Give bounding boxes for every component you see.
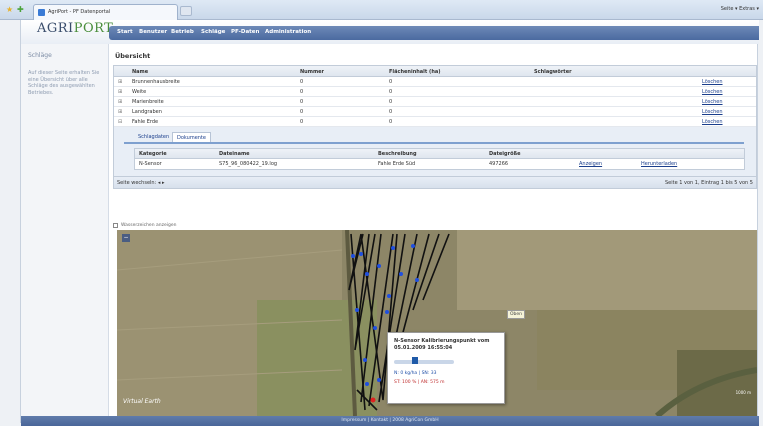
popup-slider-handle[interactable] (412, 357, 418, 364)
calibration-popup: N-Sensor Kalibrierungspunkt vom 05.01.20… (387, 332, 505, 404)
document-row[interactable]: N-Sensor S75_96_080422_19.log Fahle Erde… (135, 159, 744, 169)
table-row[interactable]: ⊟ Fahle Erde 0 0 Löschen (114, 117, 756, 127)
table-row[interactable]: ⊞ Weite 0 0 Löschen (114, 87, 756, 97)
site-favicon-icon (38, 9, 45, 16)
map-view[interactable]: − Oben N-Sensor Kalibrierungspunkt vom 0… (117, 230, 757, 416)
column-header-nummer[interactable]: Nummer (300, 69, 324, 75)
collapse-icon[interactable]: ⊟ (118, 119, 122, 125)
page: AGRIPORT Start Benutzer Betrieb Schläge … (20, 20, 759, 426)
popup-slider-track (394, 360, 454, 364)
sidebar-description: Auf dieser Seite erhalten Sie eine Übers… (28, 70, 100, 96)
expand-icon[interactable]: ⊞ (118, 99, 122, 105)
nav-schlaege[interactable]: Schläge (201, 29, 225, 35)
fields-table: Name Nummer Flächeninhalt (ha) Schlagwör… (113, 65, 757, 189)
row-nummer: 0 (300, 99, 304, 105)
row-name: Marienbreite (132, 99, 164, 105)
download-link[interactable]: Herunterladen (641, 161, 677, 167)
row-nummer: 0 (300, 89, 304, 95)
sidebar: Schläge Auf dieser Seite erhalten Sie ei… (21, 44, 109, 416)
delete-link[interactable]: Löschen (702, 99, 723, 105)
pager: Seite wechseln: ◂ ▸ Seite 1 von 1, Eintr… (114, 177, 756, 188)
documents-table: Kategorie Dateiname Beschreibung Dateigr… (134, 148, 745, 170)
row-nummer: 0 (300, 109, 304, 115)
doc-groesse: 497266 (489, 161, 509, 167)
new-tab-button[interactable] (180, 6, 192, 16)
row-name: Landgraben (132, 109, 162, 115)
nav-start[interactable]: Start (117, 29, 133, 35)
table-row[interactable]: ⊞ Brunnenhausbreite 0 0 Löschen (114, 77, 756, 87)
popup-title: N-Sensor Kalibrierungspunkt vom 05.01.20… (394, 338, 490, 351)
expand-icon[interactable]: ⊞ (118, 79, 122, 85)
expand-icon[interactable]: ⊞ (118, 89, 122, 95)
column-header-dateigroesse[interactable]: Dateigröße (489, 151, 521, 157)
popup-line-nitrogen: N: 0 kg/ha | SN: 33 (394, 371, 437, 376)
calibration-point[interactable] (370, 397, 376, 403)
tab-schlagdaten[interactable]: Schlagdaten (134, 132, 173, 142)
column-header-dateiname[interactable]: Dateiname (219, 151, 250, 157)
header: AGRIPORT Start Benutzer Betrieb Schläge … (21, 20, 759, 44)
favorites-star-icon[interactable]: ★ (6, 6, 13, 14)
page-title: Übersicht (115, 52, 151, 60)
logo-accent: PORT (73, 21, 114, 36)
footer-links[interactable]: Impressum | Kontakt | 2008 AgriCon GmbH (341, 418, 438, 423)
nav-benutzer[interactable]: Benutzer (139, 29, 167, 35)
tab-underline (124, 142, 744, 144)
column-header-beschreibung[interactable]: Beschreibung (378, 151, 417, 157)
table-header: Name Nummer Flächeninhalt (ha) Schlagwör… (114, 66, 756, 77)
pager-controls[interactable]: Seite wechseln: ◂ ▸ (117, 180, 164, 186)
main-content: Übersicht Name Nummer Flächeninhalt (ha)… (113, 44, 757, 416)
pager-info: Seite 1 von 1, Eintrag 1 bis 5 von 5 (665, 180, 753, 186)
row-flaeche: 0 (389, 99, 393, 105)
delete-link[interactable]: Löschen (702, 79, 723, 85)
row-flaeche: 0 (389, 89, 393, 95)
map-scale: 1000 m (735, 390, 751, 395)
view-link[interactable]: Anzeigen (579, 161, 602, 167)
map-marker-label[interactable]: Oben (507, 310, 526, 319)
delete-link[interactable]: Löschen (702, 89, 723, 95)
column-header-name[interactable]: Name (132, 69, 148, 75)
row-name: Brunnenhausbreite (132, 79, 180, 85)
browser-right-toolbar[interactable]: Seite ▾ Extras ▾ (721, 6, 759, 12)
doc-dateiname: S75_96_080422_19.log (219, 161, 278, 167)
row-name: Fahle Erde (132, 119, 159, 125)
row-nummer: 0 (300, 119, 304, 125)
table-row[interactable]: ⊞ Landgraben 0 0 Löschen (114, 107, 756, 117)
row-name: Weite (132, 89, 147, 95)
tab-dokumente[interactable]: Dokumente (172, 132, 211, 142)
delete-link[interactable]: Löschen (702, 109, 723, 115)
agriport-logo[interactable]: AGRIPORT (37, 21, 113, 36)
column-header-kategorie[interactable]: Kategorie (139, 151, 167, 157)
add-favorites-icon[interactable]: ✚ (17, 6, 24, 14)
doc-kategorie: N-Sensor (139, 161, 162, 167)
expand-icon[interactable]: ⊞ (118, 109, 122, 115)
logo-main: AGRI (37, 21, 74, 36)
zoom-out-button[interactable]: − (122, 234, 130, 242)
row-nummer: 0 (300, 79, 304, 85)
detail-panel: Schlagdaten Dokumente Kategorie Dateinam… (114, 127, 756, 177)
footer: Impressum | Kontakt | 2008 AgriCon GmbH (21, 416, 759, 426)
watermark-label: Wasserzeichen anzeigen (121, 223, 177, 228)
browser-tab[interactable]: AgriPort - PF Datenportal (33, 4, 178, 20)
virtual-earth-logo: Virtual Earth (123, 398, 161, 405)
doc-beschreibung: Fahle Erde Süd (378, 161, 416, 167)
table-row[interactable]: ⊞ Marienbreite 0 0 Löschen (114, 97, 756, 107)
main-nav: Start Benutzer Betrieb Schläge PF-Daten … (109, 26, 759, 40)
popup-line-status: ST: 100 % | AN: 575 m (394, 380, 445, 385)
sidebar-title: Schläge (28, 52, 52, 59)
browser-tab-title: AgriPort - PF Datenportal (48, 9, 111, 15)
watermark-checkbox[interactable] (113, 223, 118, 228)
delete-link[interactable]: Löschen (702, 119, 723, 125)
column-header-schlagwoerter[interactable]: Schlagwörter (534, 69, 572, 75)
documents-header: Kategorie Dateiname Beschreibung Dateigr… (135, 149, 744, 159)
row-flaeche: 0 (389, 119, 393, 125)
row-flaeche: 0 (389, 109, 393, 115)
column-header-flaeche[interactable]: Flächeninhalt (ha) (389, 69, 441, 75)
nav-administration[interactable]: Administration (265, 29, 311, 35)
browser-toolbar: ★ ✚ AgriPort - PF Datenportal Seite ▾ Ex… (0, 0, 763, 20)
nav-pf-daten[interactable]: PF-Daten (231, 29, 259, 35)
row-flaeche: 0 (389, 79, 393, 85)
nav-betrieb[interactable]: Betrieb (171, 29, 194, 35)
